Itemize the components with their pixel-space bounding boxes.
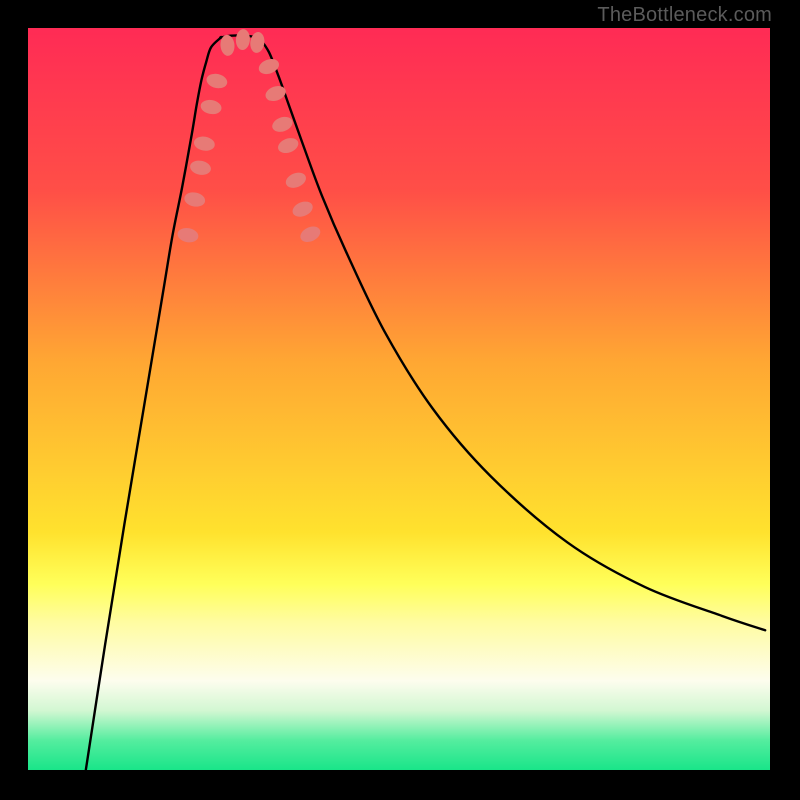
chart-container: TheBottleneck.com: [0, 0, 800, 800]
chart-svg: [0, 0, 800, 800]
watermark-text: TheBottleneck.com: [597, 4, 772, 27]
plot-area: [28, 28, 770, 770]
